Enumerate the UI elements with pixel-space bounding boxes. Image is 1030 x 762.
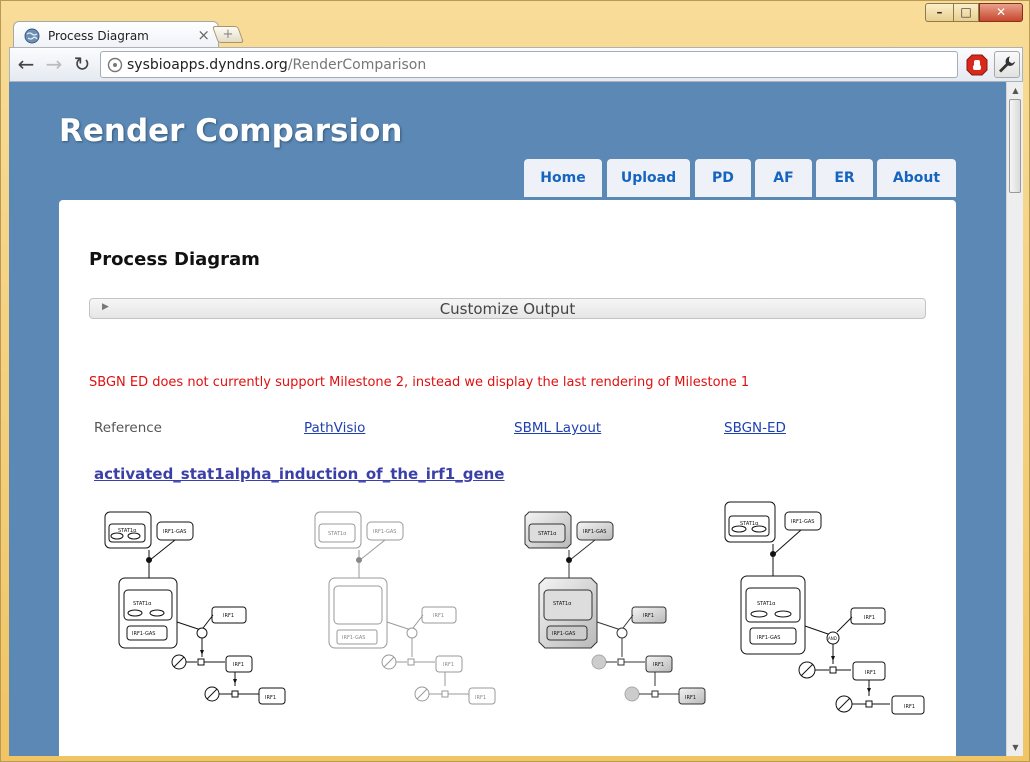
page-icon [107, 57, 123, 73]
browser-toolbar: ← → ↻ sysbioapps.dyndns.org/RenderCompar… [9, 47, 1023, 82]
diagram-label: IRF1 [233, 662, 244, 668]
tab-strip: Process Diagram × + [9, 19, 1023, 48]
url-path: /RenderComparison [287, 57, 427, 73]
back-button[interactable]: ← [14, 53, 38, 77]
plus-icon: + [222, 27, 234, 42]
browser-window: Process Diagram × + – □ ✕ ← → ↻ sysbioap… [0, 0, 1030, 762]
diagram-label: STAT1α [118, 528, 137, 534]
diagram-label: IRF1 [223, 613, 234, 619]
diagram-label: STAT1α [553, 601, 572, 607]
forward-button[interactable]: → [42, 53, 66, 77]
diagram-label: IRF1-GAS [791, 519, 814, 525]
close-window-button[interactable]: ✕ [979, 3, 1023, 22]
diagram-label: IRF1 [265, 695, 276, 701]
content-panel: Process Diagram ▶ Customize Output SBGN … [59, 200, 956, 756]
diagram-label: IRF1 [865, 670, 876, 676]
maximize-button[interactable]: □ [953, 3, 979, 22]
stop-extension-icon[interactable] [965, 53, 989, 77]
reload-icon: ↻ [73, 52, 91, 76]
diagram-label: IRF1-GAS [757, 635, 780, 641]
reload-button[interactable]: ↻ [70, 53, 94, 77]
diagram-label: IRF1-GAS [552, 631, 575, 637]
diagram-label: IRF1-GAS [132, 631, 155, 637]
column-reference: Reference [94, 420, 162, 436]
maximize-icon: □ [960, 5, 972, 19]
diagram-label: IRF1 [475, 695, 486, 701]
diagram-label: IRF1 [904, 704, 915, 710]
page-heading: Process Diagram [89, 249, 260, 270]
browser-tab[interactable]: Process Diagram × [13, 21, 219, 48]
diagram-label: STAT1α [538, 531, 557, 537]
new-tab-button[interactable]: + [211, 26, 245, 43]
nav-home[interactable]: Home [524, 159, 602, 197]
site-title: Render Comparsion [59, 113, 403, 149]
diagram-label: IRF1 [443, 662, 454, 668]
sbml-layout-diagram[interactable]: STAT1α IRF1-GAS STAT1α IRF1-GAS IRF1 IRF… [519, 510, 719, 720]
tab-title: Process Diagram [48, 29, 149, 43]
settings-button[interactable] [994, 51, 1020, 78]
back-arrow-icon: ← [17, 52, 35, 76]
vertical-scrollbar[interactable]: ▲ ▼ [1006, 82, 1023, 756]
map-title-link[interactable]: activated_stat1alpha_induction_of_the_ir… [94, 465, 504, 483]
diagram-label: STAT1α [328, 531, 347, 537]
nav-af[interactable]: AF [755, 159, 812, 197]
reference-diagram[interactable]: STAT1α IRF1-GAS STAT1α IRF1-GAS IRF1 IRF… [99, 510, 299, 720]
diagram-label: IRF1 [653, 662, 664, 668]
diagram-label: STAT1α [757, 601, 776, 607]
pathvisio-diagram[interactable]: STAT1α IRF1-GAS IRF1-GAS IRF1 IRF1 IRF1 [309, 510, 509, 720]
diagram-label: AND [828, 636, 837, 641]
nav-about[interactable]: About [877, 159, 956, 197]
minimize-button[interactable]: – [925, 3, 953, 22]
diagram-label: IRF1-GAS [373, 529, 396, 535]
forward-arrow-icon: → [45, 52, 63, 76]
close-icon: ✕ [995, 5, 1007, 19]
customize-output-label: Customize Output [439, 300, 576, 318]
diagram-label: IRF1 [864, 615, 875, 621]
column-sbml-layout-link[interactable]: SBML Layout [514, 420, 601, 436]
address-bar[interactable]: sysbioapps.dyndns.org/RenderComparison [100, 51, 958, 78]
wrench-icon [999, 56, 1015, 73]
scrollbar-thumb[interactable] [1009, 99, 1021, 193]
diagram-label: IRF1-GAS [163, 529, 186, 535]
tab-close-icon[interactable]: × [197, 26, 210, 44]
scroll-down-icon[interactable]: ▼ [1007, 739, 1024, 756]
url-text: sysbioapps.dyndns.org/RenderComparison [127, 57, 426, 73]
globe-icon [24, 28, 40, 44]
nav-upload[interactable]: Upload [607, 159, 690, 197]
column-pathvisio-link[interactable]: PathVisio [304, 420, 365, 436]
scroll-up-icon[interactable]: ▲ [1007, 82, 1024, 99]
sbgn-ed-diagram[interactable]: STAT1α IRF1-GAS STAT1α IRF1-GAS AND IRF1… [719, 500, 939, 730]
nav-er[interactable]: ER [816, 159, 873, 197]
diagram-label: STAT1α [740, 521, 759, 527]
url-host: sysbioapps.dyndns.org [127, 57, 288, 73]
diagram-label: IRF1 [433, 613, 444, 619]
nav-pd[interactable]: PD [695, 159, 751, 197]
diagram-label: IRF1 [685, 695, 696, 701]
customize-output-toggle[interactable]: ▶ Customize Output [89, 298, 926, 319]
page-viewport: Render Comparsion Home Upload PD AF ER A… [9, 82, 1006, 756]
diagram-label: IRF1-GAS [342, 635, 365, 641]
diagram-label: IRF1 [643, 613, 654, 619]
diagram-label: STAT1α [133, 601, 152, 607]
diagram-label: IRF1-GAS [583, 529, 606, 535]
minimize-icon: – [936, 5, 943, 19]
milestone-warning: SBGN ED does not currently support Miles… [89, 375, 750, 390]
column-sbgn-ed-link[interactable]: SBGN-ED [724, 420, 786, 436]
